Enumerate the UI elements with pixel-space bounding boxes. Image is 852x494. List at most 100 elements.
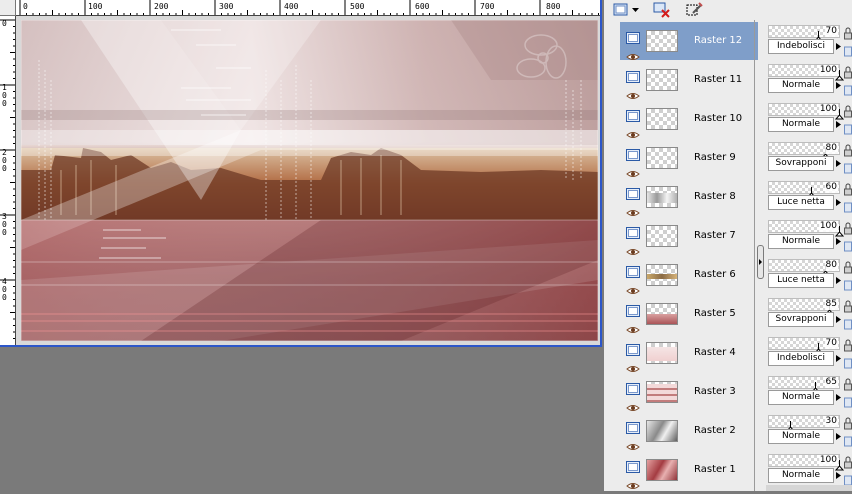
opacity-slider[interactable]: 85 <box>768 298 840 315</box>
eye-icon[interactable] <box>626 202 640 216</box>
new-layer-icon[interactable] <box>612 1 630 19</box>
link-icon[interactable] <box>844 237 852 252</box>
dropdown-arrow-icon[interactable] <box>834 39 842 54</box>
delete-layer-icon[interactable] <box>652 1 672 19</box>
opacity-slider[interactable]: 70 <box>768 337 840 354</box>
lock-icon[interactable] <box>844 103 852 118</box>
opacity-slider-thumb[interactable] <box>785 417 796 432</box>
raster-layer-icon <box>626 302 640 317</box>
vertical-ruler[interactable]: 0 100 200 300 400 <box>0 16 16 345</box>
dropdown-arrow-icon[interactable] <box>834 234 842 249</box>
lock-icon[interactable] <box>844 220 852 235</box>
canvas-image[interactable] <box>21 20 598 341</box>
dropdown-arrow-icon[interactable] <box>834 195 842 210</box>
lock-icon[interactable] <box>844 181 852 196</box>
link-icon[interactable] <box>844 81 852 96</box>
blend-mode-select[interactable]: Luce netta <box>768 273 834 288</box>
eye-icon[interactable] <box>626 85 640 99</box>
blend-mode-select[interactable]: Normale <box>768 78 834 93</box>
eye-icon[interactable] <box>626 475 640 489</box>
link-icon[interactable] <box>844 471 852 486</box>
opacity-slider[interactable]: 30 <box>768 415 840 432</box>
blend-mode-select[interactable]: Indebolisci <box>768 351 834 366</box>
opacity-slider[interactable]: 80 <box>768 259 840 276</box>
blend-mode-select[interactable]: Normale <box>768 234 834 249</box>
lock-icon[interactable] <box>844 337 852 352</box>
eye-icon[interactable] <box>626 358 640 372</box>
opacity-slider[interactable]: 60 <box>768 181 840 198</box>
link-icon[interactable] <box>844 198 852 213</box>
eye-icon[interactable] <box>626 124 640 138</box>
link-icon[interactable] <box>844 432 852 447</box>
dropdown-arrow-icon[interactable] <box>834 312 842 327</box>
opacity-slider[interactable]: 70 <box>768 25 840 42</box>
horizontal-ruler[interactable]: 0 100 200 300 400 500 600 700 800 <box>16 0 600 16</box>
lock-icon[interactable] <box>844 25 852 40</box>
layer-row[interactable]: Raster 11 <box>620 61 758 99</box>
opacity-slider-thumb[interactable] <box>813 27 824 42</box>
dropdown-arrow-icon[interactable] <box>834 429 842 444</box>
link-icon[interactable] <box>844 315 852 330</box>
opacity-slider-thumb[interactable] <box>813 339 824 354</box>
layer-row[interactable]: Raster 6 <box>620 256 758 294</box>
dropdown-arrow-icon[interactable] <box>834 78 842 93</box>
lock-icon[interactable] <box>844 298 852 313</box>
dropdown-arrow-icon[interactable] <box>834 273 842 288</box>
lock-icon[interactable] <box>844 142 852 157</box>
layer-row[interactable]: Raster 2 <box>620 412 758 450</box>
opacity-slider[interactable]: 100 <box>768 64 845 81</box>
mask-selection-icon[interactable] <box>684 1 704 19</box>
layer-row[interactable]: Raster 3 <box>620 373 758 411</box>
layer-row[interactable]: Raster 8 <box>620 178 758 216</box>
opacity-slider[interactable]: 65 <box>768 376 840 393</box>
eye-icon[interactable] <box>626 280 640 294</box>
eye-icon[interactable] <box>626 163 640 177</box>
lock-icon[interactable] <box>844 259 852 274</box>
blend-mode-select[interactable]: Normale <box>768 468 834 483</box>
layer-row[interactable]: Raster 10 <box>620 100 758 138</box>
image-window[interactable]: 0 100 200 300 400 500 600 700 800 0 100 … <box>0 0 602 347</box>
dropdown-arrow-icon[interactable] <box>834 468 842 483</box>
blend-mode-select[interactable]: Indebolisci <box>768 39 834 54</box>
blend-mode-select[interactable]: Luce netta <box>768 195 834 210</box>
opacity-slider[interactable]: 100 <box>768 103 845 120</box>
blend-mode-select[interactable]: Normale <box>768 390 834 405</box>
layer-row[interactable]: Raster 9 <box>620 139 758 177</box>
eye-icon[interactable] <box>626 46 640 60</box>
link-icon[interactable] <box>844 159 852 174</box>
dropdown-arrow-icon[interactable] <box>834 351 842 366</box>
blend-mode-select[interactable]: Sovrapponi <box>768 312 834 327</box>
blend-mode-select[interactable]: Sovrapponi <box>768 156 834 171</box>
layer-row[interactable]: Raster 1 <box>620 451 758 489</box>
dropdown-arrow-icon[interactable] <box>631 1 639 19</box>
collapse-handle[interactable] <box>757 245 764 279</box>
dropdown-arrow-icon[interactable] <box>834 117 842 132</box>
layer-row[interactable]: Raster 7 <box>620 217 758 255</box>
lock-icon[interactable] <box>844 376 852 391</box>
eye-icon[interactable] <box>626 397 640 411</box>
lock-icon[interactable] <box>844 64 852 79</box>
dropdown-arrow-icon[interactable] <box>834 390 842 405</box>
layer-row[interactable]: Raster 5 <box>620 295 758 333</box>
opacity-slider[interactable]: 80 <box>768 142 840 159</box>
link-icon[interactable] <box>844 276 852 291</box>
horizontal-scrollbar[interactable] <box>766 485 852 491</box>
dropdown-arrow-icon[interactable] <box>834 156 842 171</box>
layer-row[interactable]: Raster 4 <box>620 334 758 372</box>
blend-mode-select[interactable]: Normale <box>768 117 834 132</box>
link-icon[interactable] <box>844 42 852 57</box>
blend-mode-select[interactable]: Normale <box>768 429 834 444</box>
layer-row[interactable]: Raster 12 <box>620 22 758 60</box>
opacity-slider-thumb[interactable] <box>810 378 821 393</box>
link-icon[interactable] <box>844 120 852 135</box>
eye-icon[interactable] <box>626 241 640 255</box>
opacity-slider[interactable]: 100 <box>768 220 845 237</box>
lock-icon[interactable] <box>844 454 852 469</box>
opacity-slider-thumb[interactable] <box>806 183 817 198</box>
opacity-slider[interactable]: 100 <box>768 454 845 471</box>
lock-icon[interactable] <box>844 415 852 430</box>
link-icon[interactable] <box>844 354 852 369</box>
link-icon[interactable] <box>844 393 852 408</box>
eye-icon[interactable] <box>626 319 640 333</box>
eye-icon[interactable] <box>626 436 640 450</box>
